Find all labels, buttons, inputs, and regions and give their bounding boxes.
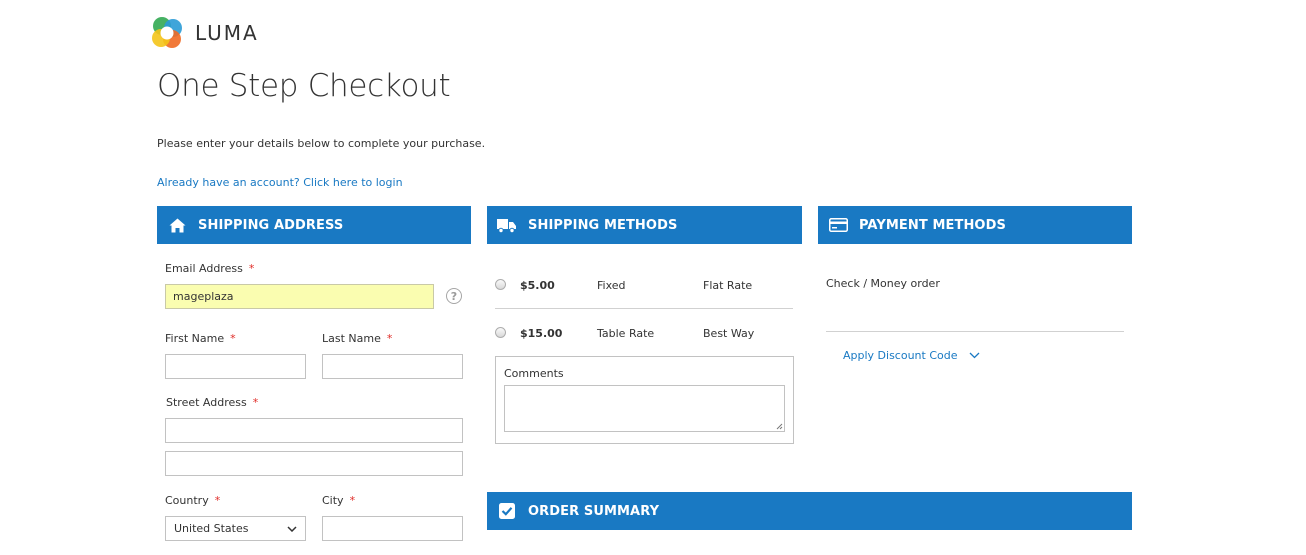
street-address-line1[interactable] bbox=[165, 418, 463, 443]
email-label: Email Address * bbox=[165, 262, 255, 275]
email-field[interactable]: mageplaza bbox=[165, 284, 434, 309]
credit-card-icon bbox=[828, 215, 848, 235]
city-field[interactable] bbox=[322, 516, 463, 541]
resize-handle-icon[interactable] bbox=[776, 423, 783, 430]
help-icon[interactable]: ? bbox=[446, 288, 462, 304]
divider bbox=[826, 331, 1124, 332]
logo-text: LUMA bbox=[195, 21, 259, 45]
shipping-methods-title: SHIPPING METHODS bbox=[528, 217, 678, 233]
login-link[interactable]: Already have an account? Click here to l… bbox=[157, 176, 403, 189]
country-selected-value: United States bbox=[174, 522, 249, 535]
country-label: Country * bbox=[165, 494, 221, 507]
shipping-address-title: SHIPPING ADDRESS bbox=[198, 217, 344, 233]
street-address-line2[interactable] bbox=[165, 451, 463, 476]
first-name-field[interactable] bbox=[165, 354, 306, 379]
payment-option-label[interactable]: Check / Money order bbox=[826, 277, 940, 290]
page-title: One Step Checkout bbox=[157, 68, 451, 104]
apply-discount-link[interactable]: Apply Discount Code bbox=[843, 349, 980, 362]
shipping-option-radio[interactable] bbox=[495, 279, 506, 290]
luma-logo[interactable]: LUMA bbox=[148, 13, 278, 53]
last-name-label: Last Name * bbox=[322, 332, 393, 345]
chevron-down-icon bbox=[287, 525, 297, 532]
comments-label: Comments bbox=[504, 367, 564, 380]
chevron-down-icon bbox=[969, 352, 979, 359]
shipping-option-method: Table Rate bbox=[597, 327, 655, 340]
home-icon bbox=[167, 215, 187, 235]
first-name-label: First Name * bbox=[165, 332, 236, 345]
order-summary-header: ORDER SUMMARY bbox=[487, 492, 1132, 530]
comments-textarea[interactable] bbox=[504, 385, 785, 432]
shipping-option-method: Fixed bbox=[597, 279, 626, 292]
apply-discount-label: Apply Discount Code bbox=[843, 349, 958, 362]
shipping-option-price: $5.00 bbox=[520, 279, 555, 292]
divider bbox=[495, 308, 793, 309]
street-address-label: Street Address * bbox=[166, 396, 259, 409]
shipping-option-carrier: Best Way bbox=[703, 327, 755, 340]
truck-icon bbox=[497, 215, 517, 235]
city-label: City * bbox=[322, 494, 356, 507]
checkbox-icon bbox=[497, 501, 517, 521]
last-name-field[interactable] bbox=[322, 354, 463, 379]
payment-methods-title: PAYMENT METHODS bbox=[859, 217, 1006, 233]
intro-text: Please enter your details below to compl… bbox=[157, 137, 486, 150]
shipping-option-radio[interactable] bbox=[495, 327, 506, 338]
shipping-option-price: $15.00 bbox=[520, 327, 563, 340]
luma-logo-icon bbox=[152, 17, 182, 48]
country-select[interactable]: United States bbox=[165, 516, 306, 541]
shipping-address-header: SHIPPING ADDRESS bbox=[157, 206, 471, 244]
payment-methods-header: PAYMENT METHODS bbox=[818, 206, 1132, 244]
shipping-methods-header: SHIPPING METHODS bbox=[487, 206, 802, 244]
shipping-option-carrier: Flat Rate bbox=[703, 279, 753, 292]
order-summary-title: ORDER SUMMARY bbox=[528, 503, 660, 519]
